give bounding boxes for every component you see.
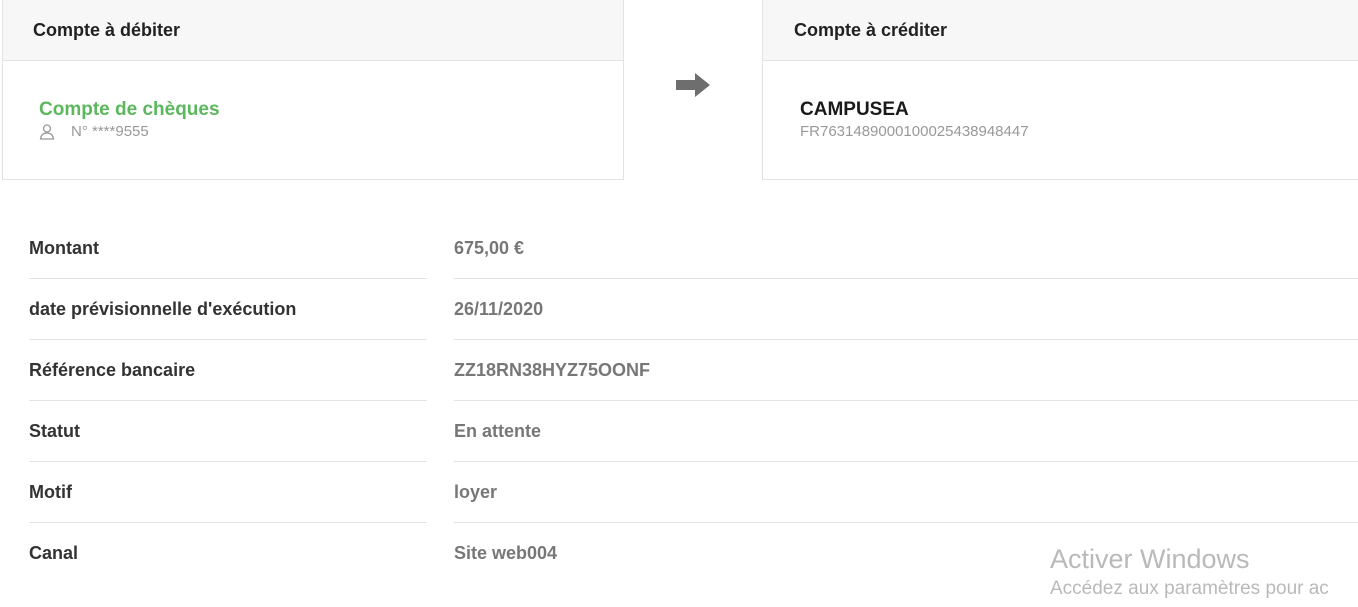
detail-value: ZZ18RN38HYZ75OONF (454, 360, 651, 380)
detail-value: 26/11/2020 (454, 299, 544, 319)
detail-label: Référence bancaire (29, 360, 196, 380)
debit-account-number: N° ****9555 (71, 123, 149, 140)
detail-value: 675,00 € (454, 238, 525, 258)
credit-card-body: CAMPUSEA FR7631489000100025438948447 (763, 61, 1358, 143)
detail-row-reason: Motif loyer (0, 462, 1358, 523)
credit-account-card: Compte à créditer CAMPUSEA FR76314890001… (762, 0, 1358, 180)
detail-row-status: Statut En attente (0, 401, 1358, 462)
credit-iban: FR7631489000100025438948447 (800, 123, 1029, 140)
debit-account-card: Compte à débiter Compte de chèques N° **… (2, 0, 624, 180)
detail-label: Montant (29, 238, 99, 258)
detail-row-execution-date: date prévisionnelle d'exécution 26/11/20… (0, 279, 1358, 340)
detail-row-bank-reference: Référence bancaire ZZ18RN38HYZ75OONF (0, 340, 1358, 401)
detail-value: loyer (454, 482, 498, 502)
transfer-details: Montant 675,00 € date prévisionnelle d'e… (0, 218, 1358, 584)
debit-account-number-row: N° ****9555 (39, 121, 623, 143)
debit-card-header: Compte à débiter (3, 0, 623, 61)
person-icon (39, 123, 57, 141)
credit-card-header: Compte à créditer (763, 0, 1358, 61)
detail-label: Statut (29, 421, 80, 441)
detail-value: Site web004 (454, 543, 558, 563)
detail-label: Motif (29, 482, 72, 502)
debit-card-body: Compte de chèques N° ****9555 (3, 61, 623, 143)
detail-row-amount: Montant 675,00 € (0, 218, 1358, 279)
debit-account-name[interactable]: Compte de chèques (39, 99, 623, 121)
detail-label: Canal (29, 543, 79, 563)
arrow-right-icon (676, 73, 710, 102)
detail-value: En attente (454, 421, 542, 441)
detail-label: date prévisionnelle d'exécution (29, 299, 297, 319)
detail-row-channel: Canal Site web004 (0, 523, 1358, 584)
credit-account-name: CAMPUSEA (800, 99, 909, 120)
